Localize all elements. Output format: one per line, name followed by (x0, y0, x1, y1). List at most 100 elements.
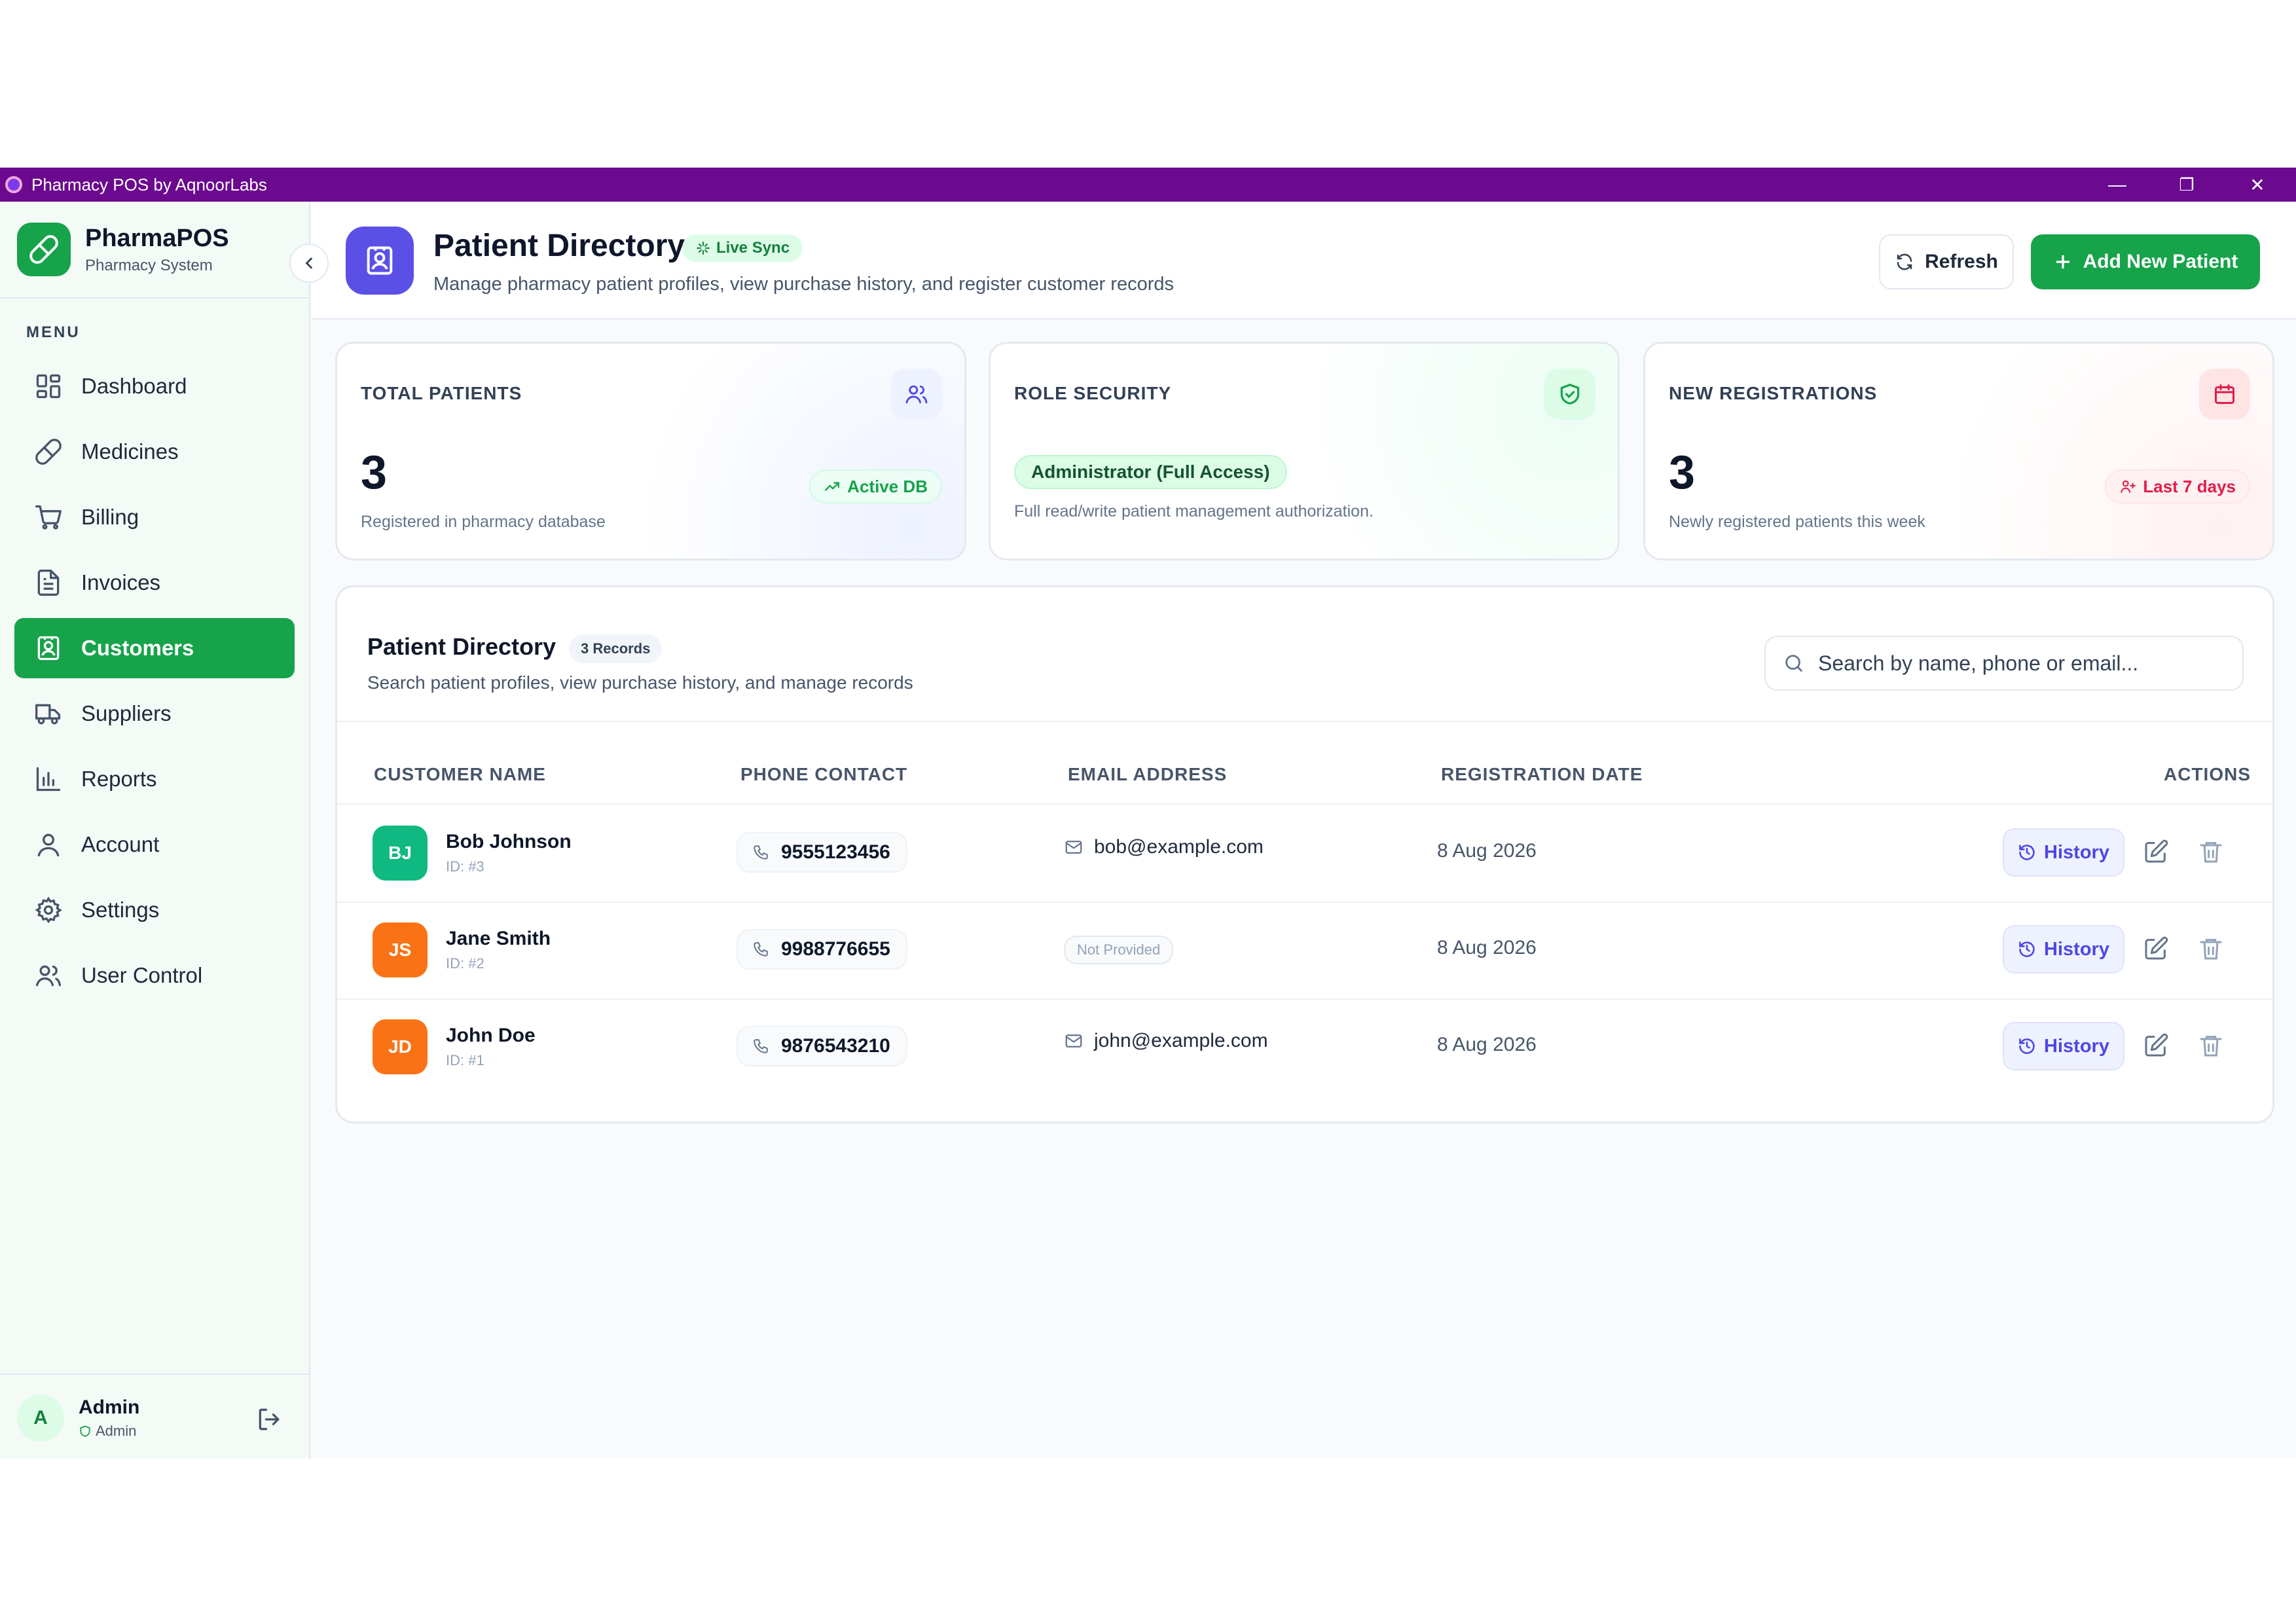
refresh-button[interactable]: Refresh (1879, 234, 2014, 289)
brand-name: PharmaPOS (85, 224, 229, 252)
phone-contact: 9876543210 (737, 1026, 907, 1067)
email-text: john@example.com (1094, 1030, 1268, 1051)
card-description: Registered in pharmacy database (361, 513, 606, 531)
table-row[interactable]: JS Jane Smith ID: #2 9988776655 Not Prov… (337, 902, 2272, 998)
email-address: john@example.com (1064, 1030, 1268, 1052)
refresh-label: Refresh (1925, 251, 1998, 272)
shield-check-icon (1544, 369, 1595, 420)
restore-button[interactable]: ❐ (2154, 168, 2219, 202)
sidebar-item-suppliers[interactable]: Suppliers (14, 684, 295, 744)
search-icon (1785, 655, 1802, 672)
app-logo-icon (5, 176, 22, 193)
status-badge-label: Active DB (847, 476, 928, 496)
add-new-patient-button[interactable]: Add New Patient (2031, 234, 2260, 289)
sidebar-item-settings[interactable]: Settings (14, 880, 295, 940)
sidebar-item-invoices[interactable]: Invoices (14, 553, 295, 613)
divider (337, 721, 2272, 722)
patient-directory-panel: Patient Directory 3 Records Search patie… (335, 585, 2274, 1123)
users-icon (35, 965, 62, 987)
sidebar-item-label: Invoices (81, 570, 161, 594)
status-badge-label: Last 7 days (2143, 476, 2236, 496)
phone-contact: 9555123456 (737, 832, 907, 873)
status-badge: Active DB (809, 469, 942, 503)
customer-id: ID: #2 (446, 955, 484, 972)
card-label: NEW REGISTRATIONS (1669, 383, 1878, 403)
sidebar-item-label: Suppliers (81, 701, 172, 725)
page-header: Patient Directory Live Sync Manage pharm… (312, 202, 2296, 319)
history-label: History (2044, 1035, 2109, 1057)
status-badge: Last 7 days (2105, 469, 2250, 503)
sidebar-item-label: Medicines (81, 439, 179, 464)
sidebar-item-label: Settings (81, 898, 160, 922)
sidebar-item-user-control[interactable]: User Control (14, 945, 295, 1006)
edit-icon[interactable] (2143, 1032, 2169, 1059)
sidebar-item-billing[interactable]: Billing (14, 487, 295, 547)
mail-icon (1065, 841, 1082, 854)
user-profile: A Admin Admin (17, 1395, 139, 1442)
user-icon (37, 833, 60, 857)
add-new-patient-label: Add New Patient (2083, 251, 2238, 272)
trending-up-icon (825, 482, 840, 491)
phone-number: 9988776655 (781, 938, 890, 960)
chevron-left-icon (305, 257, 312, 269)
logout-icon[interactable] (255, 1405, 284, 1434)
new-registrations-card: NEW REGISTRATIONS 3 Last 7 days Newly re… (1643, 342, 2274, 560)
history-button[interactable]: History (2003, 828, 2124, 877)
history-label: History (2044, 841, 2109, 863)
table-row[interactable]: JD John Doe ID: #1 9876543210 john@examp… (337, 998, 2272, 1095)
trash-icon[interactable] (2198, 1032, 2224, 1059)
sidebar-item-account[interactable]: Account (14, 814, 295, 875)
phone-icon (754, 1039, 768, 1053)
plus-icon (2056, 255, 2070, 269)
collapse-sidebar-button[interactable] (289, 244, 329, 283)
sidebar-item-label: Billing (81, 505, 139, 529)
dashboard-icon (36, 374, 61, 399)
trash-icon[interactable] (2198, 839, 2224, 865)
close-button[interactable]: ✕ (2225, 168, 2290, 202)
card-value: 3 (1669, 447, 1696, 499)
customer-name: Bob Johnson (446, 831, 572, 852)
sidebar-item-customers[interactable]: Customers (14, 618, 295, 678)
user-plus-icon (2121, 480, 2136, 493)
email-not-provided-badge: Not Provided (1064, 936, 1174, 964)
refresh-icon (1897, 253, 1912, 270)
trash-icon[interactable] (2198, 936, 2224, 962)
column-header-phone: PHONE CONTACT (740, 764, 908, 784)
edit-icon[interactable] (2143, 839, 2169, 865)
card-description: Newly registered patients this week (1669, 513, 1925, 531)
history-icon (2019, 941, 2035, 957)
gear-icon (35, 896, 62, 924)
registration-date: 8 Aug 2026 (1437, 1034, 1537, 1055)
history-button[interactable]: History (2003, 1022, 2124, 1070)
search-box[interactable] (1764, 636, 2244, 691)
contact-icon (37, 636, 60, 661)
column-header-actions: ACTIONS (2164, 764, 2251, 784)
pill-logo-icon (17, 223, 71, 276)
phone-icon (754, 942, 768, 957)
role-badge: Administrator (Full Access) (1014, 455, 1287, 489)
menu-label: MENU (26, 323, 81, 341)
sidebar-item-medicines[interactable]: Medicines (14, 422, 295, 482)
column-header-date: REGISTRATION DATE (1441, 764, 1643, 784)
minimize-button[interactable]: — (2085, 168, 2150, 202)
edit-icon[interactable] (2143, 936, 2169, 962)
table-row[interactable]: BJ Bob Johnson ID: #3 9555123456 bob@exa… (337, 805, 2272, 902)
document-icon (37, 570, 60, 596)
sidebar-item-dashboard[interactable]: Dashboard (14, 356, 295, 416)
history-label: History (2044, 938, 2109, 960)
live-sync-label: Live Sync (716, 239, 790, 257)
sidebar-item-label: User Control (81, 963, 203, 987)
sidebar-item-reports[interactable]: Reports (14, 749, 295, 809)
main-content: Patient Directory Live Sync Manage pharm… (312, 202, 2296, 1459)
sidebar: PharmaPOS Pharmacy System MENU Dashboard… (0, 202, 310, 1459)
history-button[interactable]: History (2003, 925, 2124, 974)
brand: PharmaPOS Pharmacy System (17, 223, 229, 276)
contact-icon (346, 227, 414, 295)
sidebar-nav: Dashboard Medicines Billing Invoices Cus… (14, 356, 295, 1011)
sidebar-divider (0, 297, 310, 299)
sidebar-footer-divider (0, 1374, 310, 1375)
search-input[interactable] (1818, 651, 2224, 676)
users-icon (891, 369, 942, 420)
phone-number: 9876543210 (781, 1035, 890, 1057)
card-description: Full read/write patient management autho… (1014, 502, 1374, 520)
